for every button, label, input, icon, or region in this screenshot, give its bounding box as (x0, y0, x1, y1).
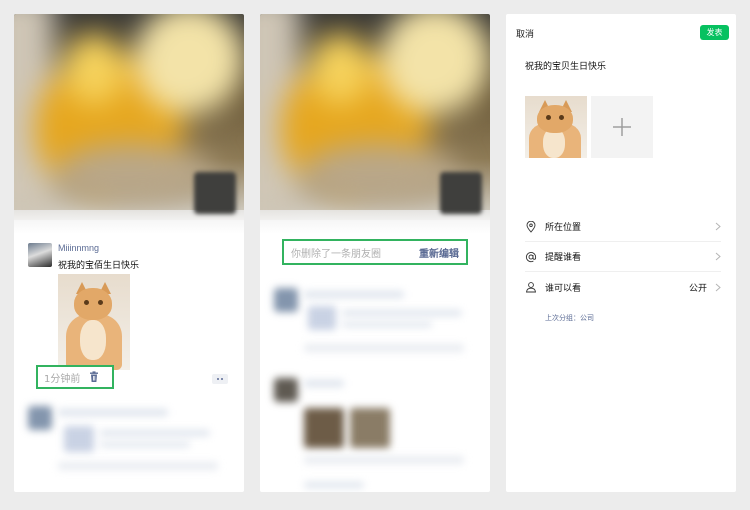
blurred-content (350, 408, 390, 448)
blurred-content (58, 409, 168, 416)
deleted-notice-banner: 你删除了一条朋友圈 重新编辑 (282, 239, 468, 265)
blurred-content (100, 442, 190, 447)
location-icon (526, 220, 536, 233)
trash-icon[interactable] (88, 371, 100, 383)
blurred-content (342, 322, 432, 327)
blurred-content (308, 306, 336, 330)
blurred-content (304, 482, 364, 488)
compose-post-panel: 取消 发表 祝我的宝贝生日快乐 所在位置 提醒谁看 谁可以看 公开 上次分组：公… (506, 14, 736, 492)
more-actions-button[interactable] (212, 374, 228, 384)
post-meta-highlight: 1分钟前 (36, 365, 114, 389)
chevron-right-icon (715, 283, 721, 291)
moments-feed-panel-deleted: 你删除了一条朋友圈 重新编辑 (260, 14, 490, 492)
blurred-avatar (274, 288, 298, 312)
chevron-right-icon (715, 222, 721, 231)
post-photo[interactable] (58, 274, 130, 370)
blurred-avatar (28, 406, 52, 430)
blurred-content (64, 426, 94, 452)
at-icon (525, 251, 537, 262)
moments-feed-panel: Miiinnmng 祝我的宝佰生日快乐 1分钟前 (14, 14, 244, 492)
option-location[interactable]: 所在位置 (525, 212, 721, 242)
person-icon (525, 282, 537, 293)
blurred-content (342, 310, 462, 316)
profile-avatar[interactable] (440, 172, 482, 214)
post-time: 1分钟前 (44, 373, 81, 385)
option-label: 所在位置 (545, 223, 582, 233)
blurred-avatar (274, 378, 298, 402)
blurred-content (304, 344, 464, 352)
publish-button[interactable]: 发表 (700, 25, 729, 40)
blurred-content (304, 380, 344, 387)
blurred-content (304, 456, 464, 464)
cancel-button[interactable]: 取消 (516, 27, 534, 40)
option-label: 提醒谁看 (545, 253, 582, 263)
deleted-notice-text: 你删除了一条朋友圈 (291, 248, 381, 260)
chevron-right-icon (715, 252, 721, 261)
option-label: 谁可以看 (545, 283, 582, 294)
option-value: 公开 (688, 283, 707, 294)
attached-photo[interactable] (525, 96, 587, 158)
reedit-link[interactable]: 重新编辑 (419, 245, 459, 260)
option-mention[interactable]: 提醒谁看 (525, 242, 721, 272)
blurred-content (304, 408, 344, 448)
post-text: 祝我的宝佰生日快乐 (58, 261, 140, 271)
add-photo-button[interactable] (591, 96, 653, 158)
compose-text-field[interactable]: 祝我的宝贝生日快乐 (525, 59, 606, 72)
post-avatar[interactable] (28, 243, 52, 267)
post-username[interactable]: Miiinnmng (58, 243, 99, 253)
plus-icon (613, 118, 631, 136)
option-visibility[interactable]: 谁可以看 公开 (525, 272, 721, 302)
profile-avatar[interactable] (194, 172, 236, 214)
blurred-content (58, 462, 218, 470)
blurred-content (100, 430, 210, 436)
last-group-hint: 上次分组：公司 (545, 314, 594, 322)
blurred-content (304, 291, 404, 298)
